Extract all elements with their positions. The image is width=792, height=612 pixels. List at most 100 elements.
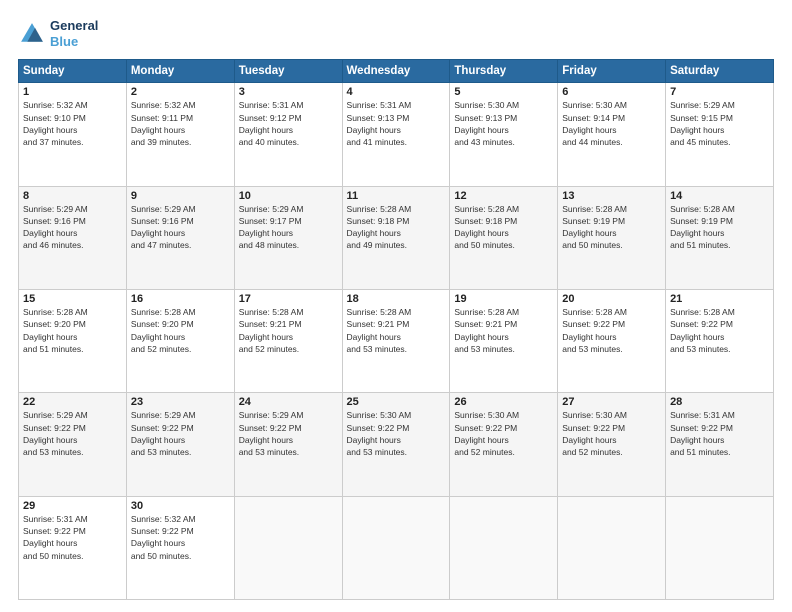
- day-number: 9: [131, 190, 230, 202]
- day-number: 22: [23, 396, 122, 408]
- day-info: Sunrise: 5:31 AM Sunset: 9:12 PM Dayligh…: [239, 99, 338, 148]
- day-number: 27: [562, 396, 661, 408]
- calendar-cell: [234, 496, 342, 599]
- day-info: Sunrise: 5:31 AM Sunset: 9:22 PM Dayligh…: [670, 409, 769, 458]
- weekday-header-monday: Monday: [126, 60, 234, 83]
- page: General Blue SundayMondayTuesdayWednesda…: [0, 0, 792, 612]
- calendar-cell: 30 Sunrise: 5:32 AM Sunset: 9:22 PM Dayl…: [126, 496, 234, 599]
- day-info: Sunrise: 5:28 AM Sunset: 9:20 PM Dayligh…: [131, 306, 230, 355]
- calendar-cell: [666, 496, 774, 599]
- day-info: Sunrise: 5:28 AM Sunset: 9:21 PM Dayligh…: [347, 306, 446, 355]
- weekday-header-wednesday: Wednesday: [342, 60, 450, 83]
- calendar-cell: 12 Sunrise: 5:28 AM Sunset: 9:18 PM Dayl…: [450, 186, 558, 289]
- logo-icon: [18, 20, 46, 48]
- calendar-cell: 28 Sunrise: 5:31 AM Sunset: 9:22 PM Dayl…: [666, 393, 774, 496]
- day-info: Sunrise: 5:29 AM Sunset: 9:15 PM Dayligh…: [670, 99, 769, 148]
- day-info: Sunrise: 5:31 AM Sunset: 9:22 PM Dayligh…: [23, 513, 122, 562]
- day-number: 17: [239, 293, 338, 305]
- calendar-cell: 23 Sunrise: 5:29 AM Sunset: 9:22 PM Dayl…: [126, 393, 234, 496]
- calendar-week-1: 1 Sunrise: 5:32 AM Sunset: 9:10 PM Dayli…: [19, 83, 774, 186]
- weekday-header-saturday: Saturday: [666, 60, 774, 83]
- day-info: Sunrise: 5:28 AM Sunset: 9:19 PM Dayligh…: [562, 203, 661, 252]
- calendar-cell: 20 Sunrise: 5:28 AM Sunset: 9:22 PM Dayl…: [558, 289, 666, 392]
- day-info: Sunrise: 5:29 AM Sunset: 9:16 PM Dayligh…: [23, 203, 122, 252]
- day-number: 21: [670, 293, 769, 305]
- calendar-cell: 5 Sunrise: 5:30 AM Sunset: 9:13 PM Dayli…: [450, 83, 558, 186]
- day-info: Sunrise: 5:28 AM Sunset: 9:19 PM Dayligh…: [670, 203, 769, 252]
- day-number: 18: [347, 293, 446, 305]
- day-number: 4: [347, 86, 446, 98]
- calendar-cell: 22 Sunrise: 5:29 AM Sunset: 9:22 PM Dayl…: [19, 393, 127, 496]
- day-number: 10: [239, 190, 338, 202]
- day-number: 7: [670, 86, 769, 98]
- header: General Blue: [18, 18, 774, 49]
- day-number: 8: [23, 190, 122, 202]
- day-info: Sunrise: 5:31 AM Sunset: 9:13 PM Dayligh…: [347, 99, 446, 148]
- day-info: Sunrise: 5:28 AM Sunset: 9:18 PM Dayligh…: [347, 203, 446, 252]
- calendar-cell: 3 Sunrise: 5:31 AM Sunset: 9:12 PM Dayli…: [234, 83, 342, 186]
- weekday-header-row: SundayMondayTuesdayWednesdayThursdayFrid…: [19, 60, 774, 83]
- calendar-cell: 26 Sunrise: 5:30 AM Sunset: 9:22 PM Dayl…: [450, 393, 558, 496]
- day-info: Sunrise: 5:32 AM Sunset: 9:11 PM Dayligh…: [131, 99, 230, 148]
- day-info: Sunrise: 5:30 AM Sunset: 9:22 PM Dayligh…: [347, 409, 446, 458]
- calendar-cell: 13 Sunrise: 5:28 AM Sunset: 9:19 PM Dayl…: [558, 186, 666, 289]
- weekday-header-friday: Friday: [558, 60, 666, 83]
- day-number: 1: [23, 86, 122, 98]
- calendar-cell: 14 Sunrise: 5:28 AM Sunset: 9:19 PM Dayl…: [666, 186, 774, 289]
- day-info: Sunrise: 5:28 AM Sunset: 9:21 PM Dayligh…: [454, 306, 553, 355]
- weekday-header-thursday: Thursday: [450, 60, 558, 83]
- day-number: 13: [562, 190, 661, 202]
- calendar-cell: 18 Sunrise: 5:28 AM Sunset: 9:21 PM Dayl…: [342, 289, 450, 392]
- calendar-cell: [450, 496, 558, 599]
- day-info: Sunrise: 5:32 AM Sunset: 9:22 PM Dayligh…: [131, 513, 230, 562]
- day-number: 16: [131, 293, 230, 305]
- day-number: 19: [454, 293, 553, 305]
- calendar-cell: 10 Sunrise: 5:29 AM Sunset: 9:17 PM Dayl…: [234, 186, 342, 289]
- calendar-cell: [558, 496, 666, 599]
- day-number: 3: [239, 86, 338, 98]
- day-number: 15: [23, 293, 122, 305]
- calendar-cell: [342, 496, 450, 599]
- day-info: Sunrise: 5:28 AM Sunset: 9:22 PM Dayligh…: [670, 306, 769, 355]
- day-number: 30: [131, 500, 230, 512]
- day-number: 14: [670, 190, 769, 202]
- calendar-cell: 6 Sunrise: 5:30 AM Sunset: 9:14 PM Dayli…: [558, 83, 666, 186]
- calendar-week-3: 15 Sunrise: 5:28 AM Sunset: 9:20 PM Dayl…: [19, 289, 774, 392]
- calendar-cell: 19 Sunrise: 5:28 AM Sunset: 9:21 PM Dayl…: [450, 289, 558, 392]
- day-info: Sunrise: 5:29 AM Sunset: 9:22 PM Dayligh…: [23, 409, 122, 458]
- calendar-cell: 11 Sunrise: 5:28 AM Sunset: 9:18 PM Dayl…: [342, 186, 450, 289]
- day-info: Sunrise: 5:28 AM Sunset: 9:18 PM Dayligh…: [454, 203, 553, 252]
- day-info: Sunrise: 5:29 AM Sunset: 9:17 PM Dayligh…: [239, 203, 338, 252]
- calendar-cell: 29 Sunrise: 5:31 AM Sunset: 9:22 PM Dayl…: [19, 496, 127, 599]
- calendar-cell: 21 Sunrise: 5:28 AM Sunset: 9:22 PM Dayl…: [666, 289, 774, 392]
- weekday-header-tuesday: Tuesday: [234, 60, 342, 83]
- calendar-cell: 1 Sunrise: 5:32 AM Sunset: 9:10 PM Dayli…: [19, 83, 127, 186]
- day-info: Sunrise: 5:30 AM Sunset: 9:22 PM Dayligh…: [562, 409, 661, 458]
- day-info: Sunrise: 5:29 AM Sunset: 9:22 PM Dayligh…: [131, 409, 230, 458]
- day-number: 20: [562, 293, 661, 305]
- calendar-cell: 25 Sunrise: 5:30 AM Sunset: 9:22 PM Dayl…: [342, 393, 450, 496]
- day-number: 6: [562, 86, 661, 98]
- calendar-cell: 9 Sunrise: 5:29 AM Sunset: 9:16 PM Dayli…: [126, 186, 234, 289]
- calendar-cell: 17 Sunrise: 5:28 AM Sunset: 9:21 PM Dayl…: [234, 289, 342, 392]
- logo-text: General Blue: [50, 18, 98, 49]
- calendar-table: SundayMondayTuesdayWednesdayThursdayFrid…: [18, 59, 774, 600]
- day-info: Sunrise: 5:30 AM Sunset: 9:14 PM Dayligh…: [562, 99, 661, 148]
- day-info: Sunrise: 5:29 AM Sunset: 9:16 PM Dayligh…: [131, 203, 230, 252]
- day-info: Sunrise: 5:28 AM Sunset: 9:20 PM Dayligh…: [23, 306, 122, 355]
- day-info: Sunrise: 5:30 AM Sunset: 9:22 PM Dayligh…: [454, 409, 553, 458]
- day-info: Sunrise: 5:28 AM Sunset: 9:21 PM Dayligh…: [239, 306, 338, 355]
- calendar-cell: 8 Sunrise: 5:29 AM Sunset: 9:16 PM Dayli…: [19, 186, 127, 289]
- day-info: Sunrise: 5:30 AM Sunset: 9:13 PM Dayligh…: [454, 99, 553, 148]
- day-number: 25: [347, 396, 446, 408]
- weekday-header-sunday: Sunday: [19, 60, 127, 83]
- calendar-week-2: 8 Sunrise: 5:29 AM Sunset: 9:16 PM Dayli…: [19, 186, 774, 289]
- logo: General Blue: [18, 18, 98, 49]
- day-number: 23: [131, 396, 230, 408]
- calendar-week-4: 22 Sunrise: 5:29 AM Sunset: 9:22 PM Dayl…: [19, 393, 774, 496]
- calendar-cell: 15 Sunrise: 5:28 AM Sunset: 9:20 PM Dayl…: [19, 289, 127, 392]
- day-number: 26: [454, 396, 553, 408]
- calendar-week-5: 29 Sunrise: 5:31 AM Sunset: 9:22 PM Dayl…: [19, 496, 774, 599]
- calendar-cell: 7 Sunrise: 5:29 AM Sunset: 9:15 PM Dayli…: [666, 83, 774, 186]
- calendar-cell: 16 Sunrise: 5:28 AM Sunset: 9:20 PM Dayl…: [126, 289, 234, 392]
